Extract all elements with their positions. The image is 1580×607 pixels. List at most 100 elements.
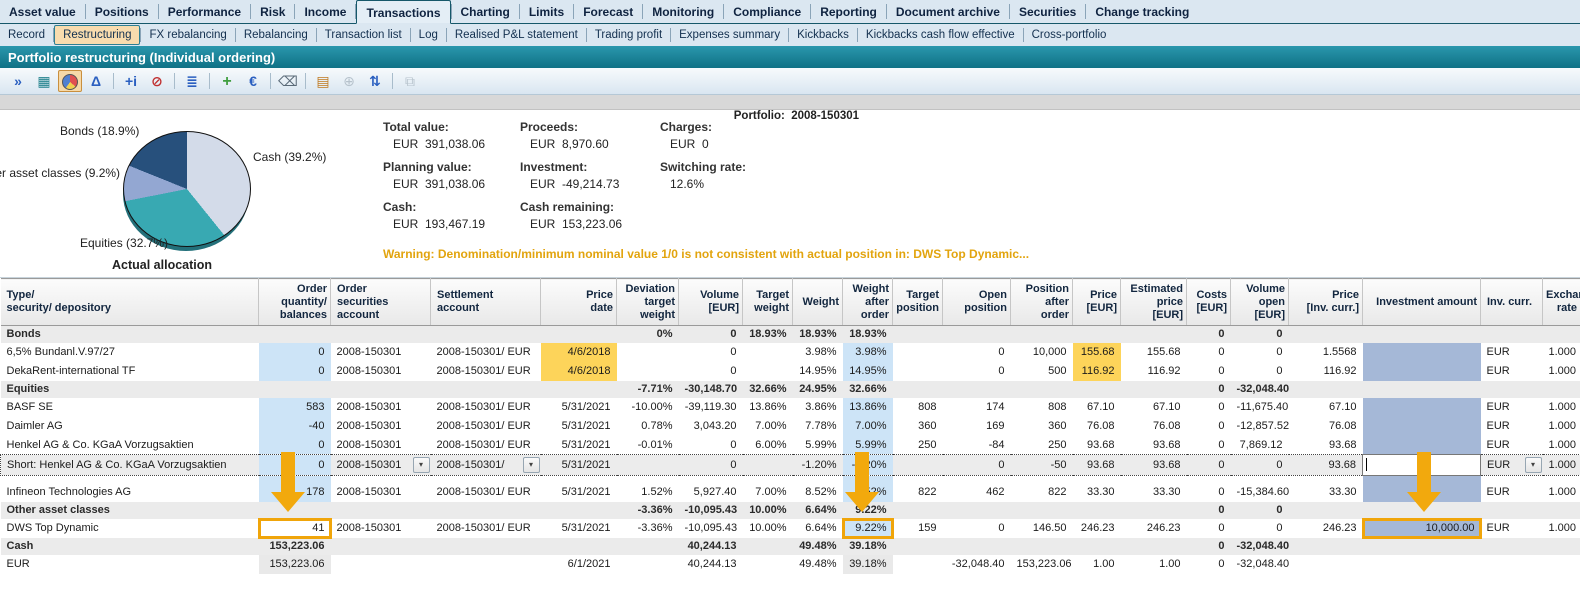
- tab-document-archive[interactable]: Document archive: [887, 0, 1009, 23]
- tab-income[interactable]: Income: [295, 0, 355, 23]
- tab-risk[interactable]: Risk: [251, 0, 294, 23]
- acct-cell[interactable]: 2008-150301▾: [331, 455, 431, 476]
- column-header-name[interactable]: Type/ security/ depository: [1, 279, 259, 326]
- subtab-trading-profit[interactable]: Trading profit: [587, 24, 670, 46]
- delete-crossed-icon[interactable]: ⊘: [145, 70, 169, 92]
- group-row[interactable]: Cash153,223.0640,244.1349.48%39.18%0-32,…: [1, 538, 1580, 555]
- column-header-tpos[interactable]: Target position: [893, 279, 943, 326]
- tab-charting[interactable]: Charting: [452, 0, 519, 23]
- subtab-realised-p-l-statement[interactable]: Realised P&L statement: [447, 24, 586, 46]
- order-book-icon[interactable]: ▤: [311, 70, 335, 92]
- table-row[interactable]: Infineon Technologies AG1782008-15030120…: [1, 483, 1580, 502]
- name-cell[interactable]: Infineon Technologies AG: [1, 483, 259, 502]
- subtab-cross-portfolio[interactable]: Cross-portfolio: [1024, 24, 1115, 46]
- name-cell[interactable]: Other asset classes: [1, 502, 259, 519]
- name-cell[interactable]: Cash: [1, 538, 259, 555]
- column-header-vopen[interactable]: Volume open [EUR]: [1231, 279, 1289, 326]
- name-cell[interactable]: Short: Henkel AG & Co. KGaA Vorzugsaktie…: [1, 455, 259, 476]
- name-cell[interactable]: DekaRent-international TF: [1, 362, 259, 381]
- group-row[interactable]: Other asset classes-3.36%-10,095.4310.00…: [1, 502, 1580, 519]
- column-header-settle[interactable]: Settlement account: [431, 279, 541, 326]
- name-cell[interactable]: BASF SE: [1, 398, 259, 417]
- inv-cell[interactable]: 10,000.00: [1363, 519, 1481, 538]
- subtab-expenses-summary[interactable]: Expenses summary: [671, 24, 788, 46]
- sort-columns-icon[interactable]: ⇅: [363, 70, 387, 92]
- table-row[interactable]: BASF SE5832008-1503012008-150301/ EUR5/3…: [1, 398, 1580, 417]
- group-row[interactable]: Bonds0%018.93%18.93%18.93%00: [1, 326, 1580, 343]
- tab-asset-value[interactable]: Asset value: [0, 0, 85, 23]
- qty-cell[interactable]: 41: [259, 519, 331, 538]
- name-cell[interactable]: Henkel AG & Co. KGaA Vorzugsaktien: [1, 436, 259, 455]
- copy-documents-icon[interactable]: ⧉: [398, 70, 422, 92]
- add-info-icon[interactable]: +i: [119, 70, 143, 92]
- subtab-fx-rebalancing[interactable]: FX rebalancing: [141, 24, 234, 46]
- column-header-open[interactable]: Open position: [943, 279, 1011, 326]
- euro-badge-icon[interactable]: €: [241, 70, 265, 92]
- tab-securities[interactable]: Securities: [1010, 0, 1085, 23]
- name-cell[interactable]: EUR: [1, 555, 259, 574]
- column-header-costs[interactable]: Costs [EUR]: [1187, 279, 1231, 326]
- column-header-dev[interactable]: Deviation target weight: [617, 279, 679, 326]
- column-header-pinv[interactable]: Price [Inv. curr.]: [1289, 279, 1363, 326]
- qty-cell[interactable]: -40: [259, 417, 331, 436]
- tab-reporting[interactable]: Reporting: [811, 0, 886, 23]
- subtab-rebalancing[interactable]: Rebalancing: [236, 24, 316, 46]
- table-row[interactable]: DekaRent-international TF02008-150301200…: [1, 362, 1580, 381]
- currency-globe-icon[interactable]: ⊕: [337, 70, 361, 92]
- positions-chart-icon[interactable]: ▦: [32, 70, 56, 92]
- pie-chart-icon[interactable]: [58, 70, 82, 92]
- name-cell[interactable]: Daimler AG: [1, 417, 259, 436]
- column-header-pao[interactable]: Position after order: [1011, 279, 1073, 326]
- wao-cell[interactable]: 9.22%: [843, 519, 893, 538]
- subtab-record[interactable]: Record: [0, 24, 53, 46]
- tab-positions[interactable]: Positions: [86, 0, 158, 23]
- column-header-twt[interactable]: Target weight: [743, 279, 793, 326]
- delta-icon[interactable]: Δ: [84, 70, 108, 92]
- name-cell[interactable]: Equities: [1, 381, 259, 398]
- settings-sliders-icon[interactable]: ≣: [180, 70, 204, 92]
- column-header-price[interactable]: Price [EUR]: [1073, 279, 1121, 326]
- table-row[interactable]: DWS Top Dynamic412008-1503012008-150301/…: [1, 519, 1580, 538]
- table-row[interactable]: Daimler AG-402008-1503012008-150301/ EUR…: [1, 417, 1580, 436]
- qty-cell[interactable]: 0: [259, 343, 331, 362]
- column-header-vol[interactable]: Volume [EUR]: [679, 279, 743, 326]
- subtab-transaction-list[interactable]: Transaction list: [317, 24, 410, 46]
- qty-cell[interactable]: 153,223.06: [259, 555, 331, 574]
- tab-change-tracking[interactable]: Change tracking: [1086, 0, 1198, 23]
- name-cell[interactable]: Bonds: [1, 326, 259, 343]
- column-header-inv[interactable]: Investment amount: [1363, 279, 1481, 326]
- table-row[interactable]: 6,5% Bundanl.V.97/2702008-1503012008-150…: [1, 343, 1580, 362]
- table-row[interactable]: Short: Henkel AG & Co. KGaA Vorzugsaktie…: [1, 455, 1580, 476]
- subtab-kickbacks[interactable]: Kickbacks: [789, 24, 857, 46]
- qty-cell[interactable]: 583: [259, 398, 331, 417]
- dropdown-button[interactable]: ▾: [413, 457, 430, 473]
- dropdown-button[interactable]: ▾: [523, 457, 540, 473]
- group-row[interactable]: Equities-7.71%-30,148.7032.66%24.95%32.6…: [1, 381, 1580, 398]
- tab-transactions[interactable]: Transactions: [356, 0, 450, 24]
- tab-monitoring[interactable]: Monitoring: [643, 0, 723, 23]
- curr-cell[interactable]: EUR▾: [1481, 455, 1543, 476]
- column-header-acct[interactable]: Order securities account: [331, 279, 431, 326]
- eraser-icon[interactable]: ⌫: [276, 70, 300, 92]
- column-header-date[interactable]: Price date: [541, 279, 617, 326]
- column-header-curr[interactable]: Inv. curr.: [1481, 279, 1543, 326]
- name-cell[interactable]: DWS Top Dynamic: [1, 519, 259, 538]
- column-header-wt[interactable]: Weight: [793, 279, 843, 326]
- column-header-qty[interactable]: Order quantity/ balances: [259, 279, 331, 326]
- tab-forecast[interactable]: Forecast: [574, 0, 642, 23]
- column-header-fx[interactable]: Exchange rate: [1543, 279, 1580, 326]
- qty-cell[interactable]: 0: [259, 362, 331, 381]
- dropdown-button[interactable]: ▾: [1525, 457, 1542, 473]
- tab-compliance[interactable]: Compliance: [724, 0, 810, 23]
- column-header-wao[interactable]: Weight after order: [843, 279, 893, 326]
- column-header-est[interactable]: Estimated price [EUR]: [1121, 279, 1187, 326]
- table-row[interactable]: EUR153,223.066/1/202140,244.1349.48%39.1…: [1, 555, 1580, 574]
- subtab-log[interactable]: Log: [411, 24, 446, 46]
- tab-limits[interactable]: Limits: [520, 0, 573, 23]
- add-position-icon[interactable]: +: [215, 70, 239, 92]
- subtab-restructuring[interactable]: Restructuring: [54, 25, 140, 45]
- expand-chevrons-icon[interactable]: »: [6, 70, 30, 92]
- tab-performance[interactable]: Performance: [159, 0, 250, 23]
- subtab-kickbacks-cash-flow-effective[interactable]: Kickbacks cash flow effective: [858, 24, 1023, 46]
- name-cell[interactable]: 6,5% Bundanl.V.97/27: [1, 343, 259, 362]
